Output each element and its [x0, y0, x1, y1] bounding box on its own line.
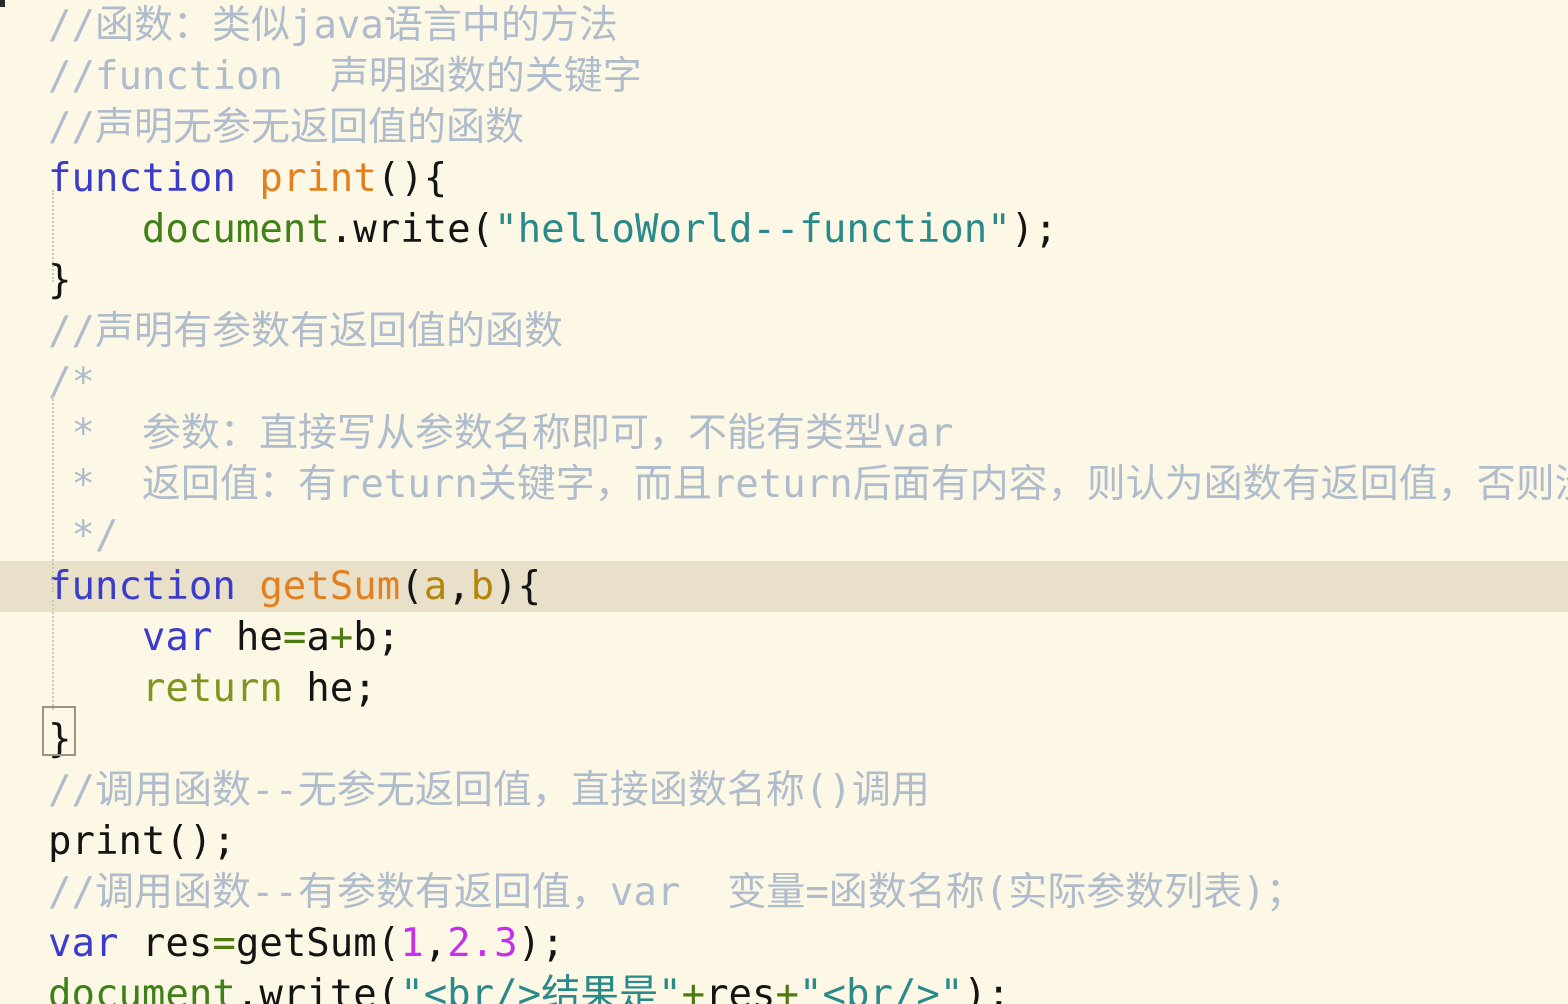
indent-guide: [52, 396, 54, 592]
code-token-comment: */: [48, 513, 119, 558]
code-token-comment: //声明无参无返回值的函数: [48, 105, 524, 150]
code-token-object: document: [48, 972, 236, 1004]
code-line[interactable]: //function 声明函数的关键字: [0, 51, 1568, 102]
indent-guide: [52, 600, 54, 710]
code-token-plain: );: [963, 972, 1011, 1004]
code-token-keyword: function: [48, 564, 260, 609]
code-line[interactable]: var res=getSum(1,2.3);: [0, 918, 1568, 969]
code-token-plain: (: [400, 564, 424, 609]
code-token-plain: a: [306, 615, 330, 660]
code-token-string: "<br/>结果是": [400, 972, 682, 1004]
code-line[interactable]: return he;: [0, 663, 1568, 714]
code-token-plain: he: [212, 615, 283, 660]
code-line[interactable]: //调用函数--有参数有返回值，var 变量=函数名称(实际参数列表)；: [0, 867, 1568, 918]
code-token-return: return: [141, 666, 283, 711]
code-line[interactable]: function getSum(a,b){: [0, 561, 1568, 612]
code-editor-canvas[interactable]: //函数：类似java语言中的方法 //function 声明函数的关键字 //声明…: [0, 0, 1568, 1004]
code-token-number: 2.3: [447, 921, 518, 966]
code-token-keyword: var: [48, 921, 119, 966]
code-line[interactable]: document.write("helloWorld--function");: [0, 204, 1568, 255]
code-token-plain: getSum(: [235, 921, 401, 966]
code-token-param: b: [470, 564, 495, 609]
code-token-plain: b;: [353, 615, 401, 660]
code-line[interactable]: //声明无参无返回值的函数: [0, 102, 1568, 153]
code-lines-container[interactable]: //函数：类似java语言中的方法 //function 声明函数的关键字 //声明…: [0, 0, 1568, 1004]
code-line[interactable]: }: [0, 255, 1568, 306]
code-line[interactable]: document.write("<br/>结果是"+res+"<br/>");: [0, 969, 1568, 1004]
code-token-operator: +: [329, 615, 354, 660]
code-token-plain: (){: [376, 156, 448, 201]
code-token-plain: ,: [447, 564, 471, 609]
code-token-plain: ,: [423, 921, 448, 966]
code-token-keyword: function: [48, 156, 260, 201]
code-token-comment: //调用函数--无参无返回值，直接函数名称()调用: [48, 768, 930, 813]
matching-brace-box: [42, 706, 76, 756]
code-token-fnname: print: [259, 156, 377, 201]
code-token-operator: =: [212, 921, 236, 966]
code-token-fnname: getSum: [259, 564, 401, 609]
code-token-plain: .write(: [235, 972, 401, 1004]
code-line[interactable]: * 参数：直接写从参数名称即可，不能有类型var: [0, 408, 1568, 459]
code-token-keyword: var: [141, 615, 213, 660]
code-line[interactable]: /*: [0, 357, 1568, 408]
code-line[interactable]: print();: [0, 816, 1568, 867]
code-token-comment: //function 声明函数的关键字: [48, 54, 642, 99]
code-token-comment: * 参数：直接写从参数名称即可，不能有类型var: [48, 411, 954, 456]
code-token-plain: res: [118, 921, 213, 966]
code-token-plain: );: [517, 921, 565, 966]
indent-guide: [52, 190, 54, 282]
code-token-operator: +: [775, 972, 800, 1004]
code-token-operator: +: [681, 972, 706, 1004]
code-token-comment: //函数：类似java语言中的方法: [48, 3, 618, 48]
code-line[interactable]: * 返回值：有return关键字，而且return后面有内容，则认为函数有返回值…: [0, 459, 1568, 510]
code-token-comment: //声明有参数有返回值的函数: [48, 309, 563, 354]
code-line[interactable]: //函数：类似java语言中的方法: [0, 0, 1568, 51]
code-line[interactable]: function print(){: [0, 153, 1568, 204]
code-line[interactable]: */: [0, 510, 1568, 561]
code-token-plain: he;: [282, 666, 377, 711]
code-token-comment: * 返回值：有return关键字，而且return后面有内容，则认为函数有返回值…: [71, 462, 1568, 507]
code-token-comment: /*: [48, 360, 95, 405]
code-token-operator: =: [282, 615, 307, 660]
code-token-number: 1: [400, 921, 424, 966]
code-token-comment: //调用函数--有参数有返回值，var 变量=函数名称(实际参数列表)；: [48, 870, 1305, 915]
code-token-object: document: [141, 207, 330, 252]
code-token-plain: print();: [48, 819, 236, 864]
code-token-plain: ){: [494, 564, 542, 609]
code-token-plain: res: [705, 972, 776, 1004]
code-token-string: "helloWorld--function": [494, 207, 1011, 252]
code-token-string: "<br/>": [799, 972, 964, 1004]
code-line[interactable]: var he=a+b;: [0, 612, 1568, 663]
code-line[interactable]: }: [0, 714, 1568, 765]
code-token-plain: .write(: [329, 207, 495, 252]
code-token-plain: );: [1010, 207, 1058, 252]
code-token-param: a: [423, 564, 448, 609]
code-line[interactable]: //调用函数--无参无返回值，直接函数名称()调用: [0, 765, 1568, 816]
code-line[interactable]: //声明有参数有返回值的函数: [0, 306, 1568, 357]
